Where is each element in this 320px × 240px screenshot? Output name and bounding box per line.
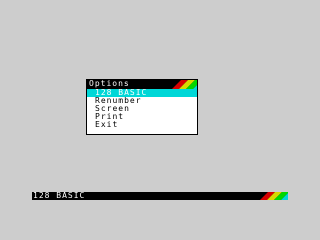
- menu-items: 128 BASIC Renumber Screen Print Exit: [87, 89, 197, 129]
- options-menu: Options 128 BASIC Renumber Screen Print …: [86, 79, 198, 135]
- status-bar: 128 BASIC: [32, 192, 288, 200]
- menu-title: Options: [89, 80, 130, 88]
- status-rainbow-stripes-icon: [240, 192, 288, 200]
- menu-item-exit[interactable]: Exit: [87, 121, 197, 129]
- status-bar-label: 128 BASIC: [33, 192, 86, 200]
- rainbow-stripes-icon: [149, 80, 197, 89]
